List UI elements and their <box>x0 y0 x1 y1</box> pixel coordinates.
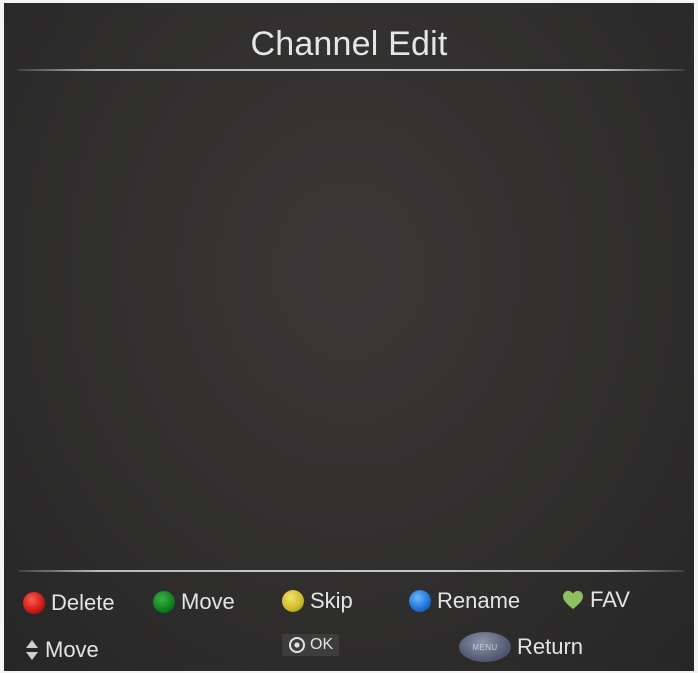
hint-move-green[interactable]: Move <box>153 589 235 615</box>
hint-ok-label: OK <box>310 636 334 653</box>
footer-divider <box>18 570 684 572</box>
red-button-icon <box>23 592 45 614</box>
hint-move-arrows-label: Move <box>45 637 99 662</box>
header-divider <box>18 69 684 71</box>
menu-button-icon: MENU <box>459 632 511 662</box>
hint-fav[interactable]: FAV <box>562 587 630 613</box>
ok-circle-icon <box>289 637 305 653</box>
tv-screen: Channel Edit Delete Move Skip Rename FAV… <box>4 3 694 671</box>
hint-move-arrows[interactable]: Move <box>25 637 99 663</box>
hint-delete-label: Delete <box>51 590 115 615</box>
up-down-arrow-icon <box>26 640 38 660</box>
heart-icon <box>563 590 583 610</box>
hint-return-label: Return <box>517 634 584 659</box>
green-button-icon <box>153 591 175 613</box>
blue-button-icon <box>409 590 431 612</box>
hint-delete[interactable]: Delete <box>23 590 115 616</box>
hint-ok[interactable]: OK <box>282 634 340 656</box>
hint-return[interactable]: MENU Return <box>459 632 583 662</box>
hint-move-green-label: Move <box>181 589 235 614</box>
hint-skip-label: Skip <box>310 588 353 613</box>
hint-fav-label: FAV <box>590 587 630 612</box>
hint-rename[interactable]: Rename <box>409 588 520 614</box>
ok-button: OK <box>282 634 340 656</box>
channel-list[interactable] <box>18 73 684 567</box>
hint-skip[interactable]: Skip <box>282 588 353 614</box>
yellow-button-icon <box>282 590 304 612</box>
page-title: Channel Edit <box>250 25 448 63</box>
hint-rename-label: Rename <box>437 588 521 613</box>
